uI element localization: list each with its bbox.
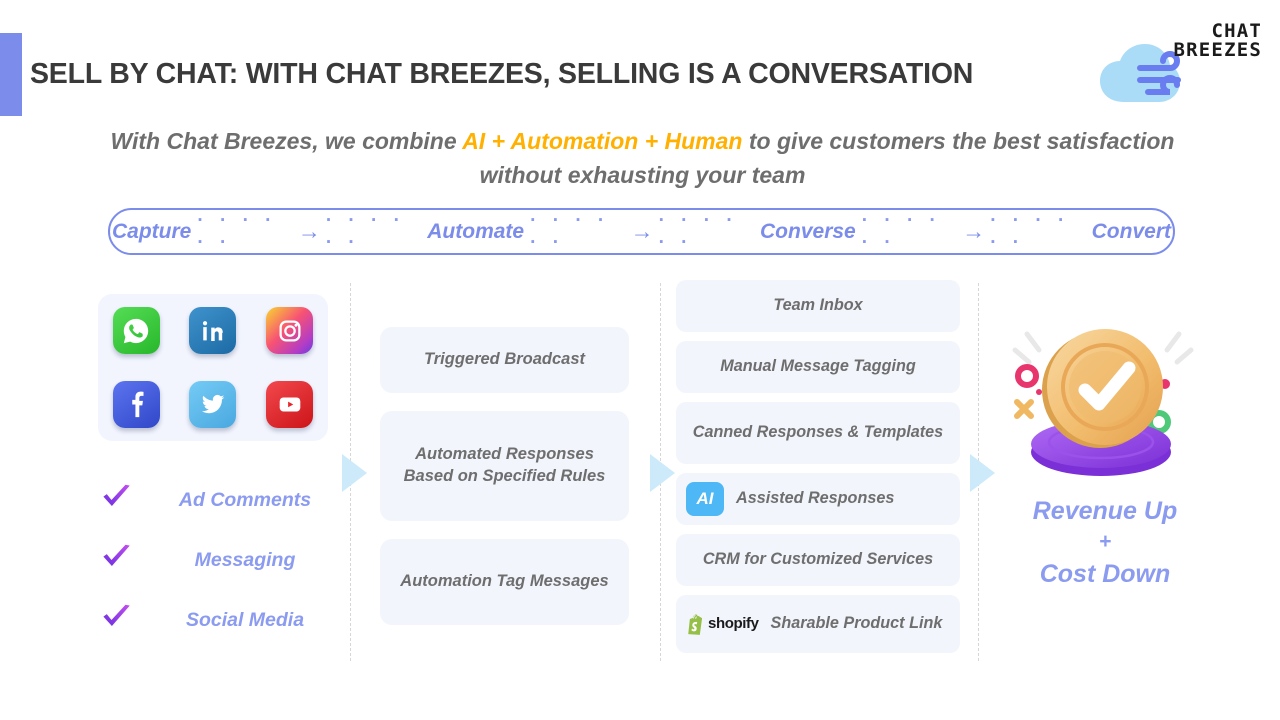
ai-badge-icon: AI [686,482,724,516]
feature-card-label: Sharable Product Link [770,614,943,633]
pipeline-dots-1: · · · · · · [197,209,278,253]
outcome-text: Revenue Up + Cost Down [985,494,1225,591]
automation-card-automation-tag-messages: Automation Tag Messages [380,539,629,625]
pipeline-banner: Capture · · · · · · → · · · · · · Automa… [108,208,1175,255]
pipeline-dots-4: · · · · · · [658,209,739,253]
outcome-plus: + [1098,530,1112,554]
automation-card-triggered-broadcast: Triggered Broadcast [380,327,629,393]
feature-card-manual-message-tagging: Manual Message Tagging [676,341,960,393]
feature-card-team-inbox: Team Inbox [676,280,960,332]
outcome-line-2: Cost Down [1039,560,1171,589]
list-item: Social Media [100,590,350,650]
check-icon [100,603,140,637]
pipeline-step-converse: Converse [760,219,856,243]
page-title: SELL BY CHAT: WITH CHAT BREEZES, SELLING… [30,58,974,90]
feature-card-label: Assisted Responses [736,489,895,508]
shopify-wordmark: shopify [708,615,759,633]
pipeline-arrow-3: → [962,218,986,244]
pipeline-step-convert: Convert [1091,219,1171,243]
facebook-icon [112,380,160,428]
pipeline-dots-5: · · · · · · [861,209,942,253]
pipeline-dots-6: · · · · · · [990,209,1070,253]
slide-canvas: SELL BY CHAT: WITH CHAT BREEZES, SELLING… [0,0,1280,720]
pipeline-steps: Capture · · · · · · → · · · · · · Automa… [110,210,1173,254]
brand-logo: CHAT BREEZES [1092,21,1262,104]
list-item: Messaging [100,530,350,590]
subtitle: With Chat Breezes, we combine AI + Autom… [110,124,1175,193]
feature-card-sharable-product-link: shopify Sharable Product Link [676,595,960,653]
linkedin-icon [189,307,237,355]
flow-arrow-2-icon [650,454,675,492]
pipeline-arrow-1: → [297,218,321,244]
shopify-logo-icon: shopify [686,613,759,635]
automation-column: Triggered Broadcast Automated Responses … [380,327,629,625]
whatsapp-icon [112,307,160,355]
social-channels-panel [98,294,328,441]
capture-checklist: Ad Comments Messaging Social Media [100,470,350,650]
list-item-label: Messaging [194,548,296,571]
list-item-label: Ad Comments [178,488,312,511]
youtube-icon [266,380,314,428]
list-item: Ad Comments [100,470,350,530]
pipeline-step-automate: Automate [427,219,525,243]
pipeline-arrow-2: → [630,218,654,244]
flow-arrow-3-icon [970,454,995,492]
twitter-icon [189,380,237,428]
feature-card-crm: CRM for Customized Services [676,534,960,586]
pipeline-dots-3: · · · · · · [530,209,610,253]
brand-logo-text: CHAT BREEZES [1173,21,1262,62]
logo-line-2: BREEZES [1173,39,1262,62]
pipeline-dots-2: · · · · · · [325,209,406,253]
converse-column: Team Inbox Manual Message Tagging Canned… [676,280,960,662]
coin-check-icon [993,312,1218,492]
automation-card-automated-responses: Automated Responses Based on Specified R… [380,411,629,521]
subtitle-highlight: AI + Automation + Human [462,128,743,154]
pipeline-step-capture: Capture [112,219,192,243]
title-accent-bar [0,33,22,116]
list-item-label: Social Media [185,608,305,631]
outcome-line-1: Revenue Up [1032,497,1178,525]
feature-card-canned-responses: Canned Responses & Templates [676,402,960,464]
subtitle-before: With Chat Breezes, we combine [110,128,463,154]
check-icon [100,543,140,577]
feature-card-ai-assisted-responses: AI Assisted Responses [676,473,960,525]
check-icon [100,483,140,517]
instagram-icon [266,307,314,355]
